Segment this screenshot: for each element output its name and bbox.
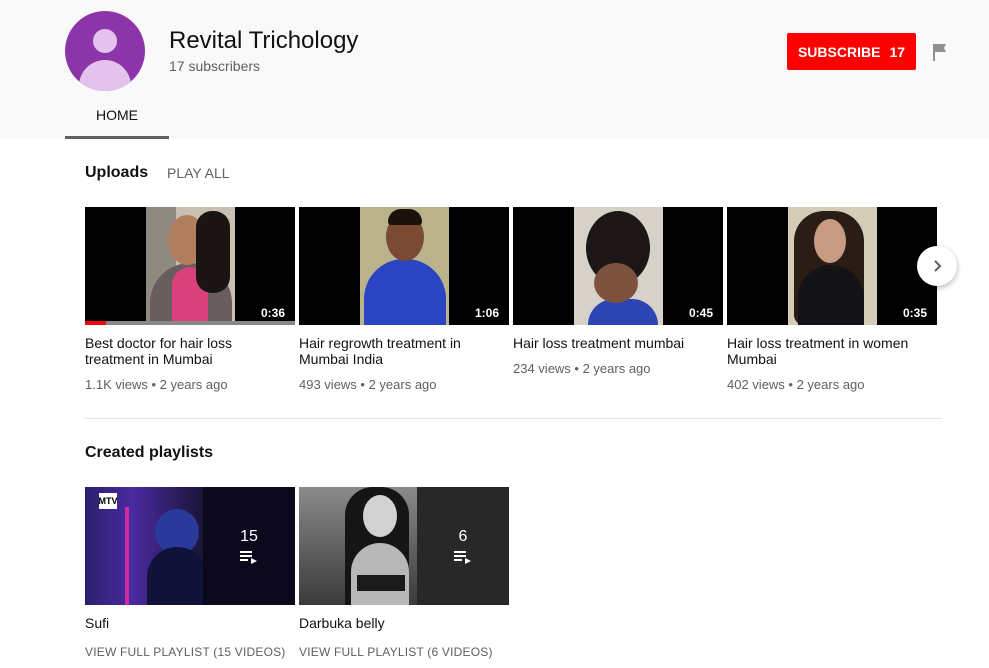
channel-name: Revital Trichology — [169, 27, 359, 54]
video-duration: 1:06 — [470, 305, 503, 321]
playlist-title[interactable]: Darbuka belly — [299, 615, 499, 631]
playlist-icon — [240, 551, 257, 564]
video-meta: 234 views • 2 years ago — [513, 361, 651, 376]
channel-avatar[interactable] — [65, 11, 145, 91]
thumbnail-scene — [146, 207, 235, 325]
video-title[interactable]: Hair loss treatment in women Mumbai — [727, 335, 927, 367]
subscribe-label: SUBSCRIBE — [797, 43, 881, 60]
tab-home[interactable]: HOME — [65, 97, 169, 139]
tab-active-indicator — [65, 136, 169, 139]
video-thumbnail[interactable]: 0:45 — [513, 207, 723, 325]
section-divider — [85, 418, 942, 419]
subscribe-button[interactable]: SUBSCRIBE 17 — [787, 33, 916, 70]
video-thumbnail[interactable]: 0:35 — [727, 207, 937, 325]
uploads-title: Uploads — [85, 164, 149, 181]
playlist-title[interactable]: Sufi — [85, 615, 285, 631]
playlist-count: 15 — [240, 528, 258, 545]
channel-badge: MTV — [99, 493, 118, 509]
flag-icon[interactable] — [932, 43, 948, 61]
video-duration: 0:35 — [898, 305, 931, 321]
video-meta: 402 views • 2 years ago — [727, 377, 865, 392]
video-thumbnail[interactable]: 0:36 — [85, 207, 295, 325]
playlist-thumbnail[interactable]: 6 — [299, 487, 509, 605]
playlist-overlay: 6 — [417, 487, 509, 605]
playlists-title: Created playlists — [85, 444, 214, 461]
video-duration: 0:36 — [256, 305, 289, 321]
playlist-count: 6 — [458, 528, 468, 545]
watch-progress-bar — [85, 321, 295, 325]
playlist-overlay: 15 — [203, 487, 295, 605]
tab-home-label: HOME — [96, 107, 138, 123]
view-full-playlist-link[interactable]: VIEW FULL PLAYLIST (15 VIDEOS) — [85, 645, 295, 659]
thumbnail-scene — [574, 207, 663, 325]
playlist-card[interactable]: 6 Darbuka belly VIEW FULL PLAYLIST (6 VI… — [299, 487, 509, 659]
avatar-body — [79, 60, 131, 91]
playlist-icon — [454, 551, 471, 564]
video-title[interactable]: Hair loss treatment mumbai — [513, 335, 713, 351]
thumbnail-scene — [360, 207, 449, 325]
watch-progress-fill — [85, 321, 106, 325]
thumbnail-scene — [788, 207, 877, 325]
play-all-button[interactable]: PLAY ALL — [167, 165, 230, 181]
video-meta: 493 views • 2 years ago — [299, 377, 437, 392]
video-duration: 0:45 — [684, 305, 717, 321]
video-card[interactable]: 1:06 Hair regrowth treatment in Mumbai I… — [299, 207, 509, 392]
channel-header: Revital Trichology 17 subscribers SUBSCR… — [0, 0, 989, 139]
video-thumbnail[interactable]: 1:06 — [299, 207, 509, 325]
video-card[interactable]: 0:35 Hair loss treatment in women Mumbai… — [727, 207, 937, 392]
carousel-next-button[interactable] — [917, 246, 957, 286]
avatar-head — [93, 29, 117, 53]
playlist-card[interactable]: MTV 15 Sufi VIEW FULL PLAYLIST (15 VIDEO… — [85, 487, 295, 659]
subscribe-count: 17 — [889, 43, 906, 60]
video-card[interactable]: 0:45 Hair loss treatment mumbai 234 view… — [513, 207, 723, 376]
video-card[interactable]: 0:36 Best doctor for hair loss treatment… — [85, 207, 295, 392]
video-meta: 1.1K views • 2 years ago — [85, 377, 228, 392]
subscriber-count: 17 subscribers — [169, 58, 261, 74]
video-title[interactable]: Hair regrowth treatment in Mumbai India — [299, 335, 499, 367]
playlist-thumbnail[interactable]: MTV 15 — [85, 487, 295, 605]
view-full-playlist-link[interactable]: VIEW FULL PLAYLIST (6 VIDEOS) — [299, 645, 509, 659]
chevron-right-icon — [934, 260, 942, 272]
video-title[interactable]: Best doctor for hair loss treatment in M… — [85, 335, 285, 367]
